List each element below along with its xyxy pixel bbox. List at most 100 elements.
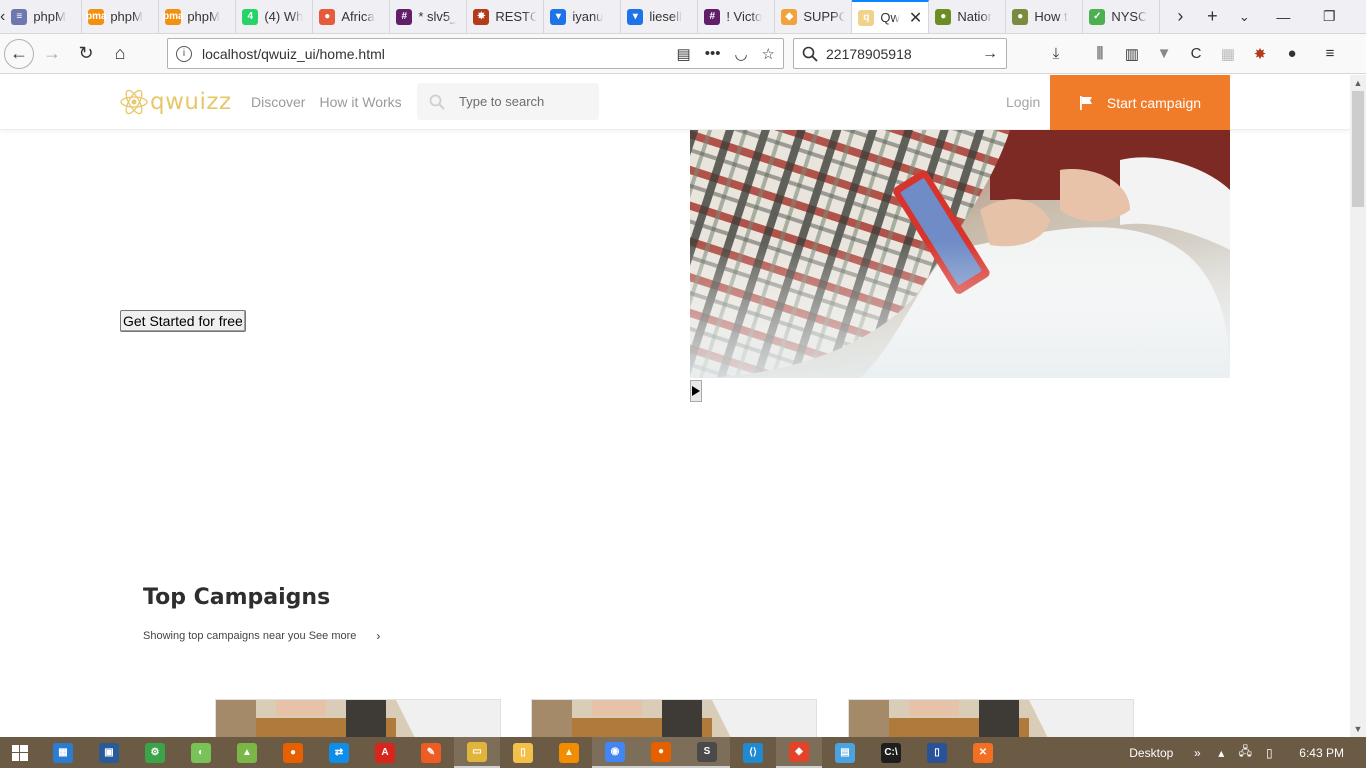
browser-tab[interactable]: ● How t (1006, 0, 1084, 33)
browser-tab[interactable]: ▾ iyanu (544, 0, 622, 33)
nav-discover[interactable]: Discover (251, 94, 305, 110)
site-search-input[interactable]: Type to search (417, 83, 599, 120)
url-bar[interactable]: i localhost/qwuiz_ui/home.html ▤ ••• ◡ ☆ (167, 38, 784, 69)
top-campaigns-subtitle[interactable]: Showing top campaigns near you See more … (143, 629, 380, 643)
account-icon[interactable]: ● (1276, 45, 1308, 62)
taskbar-app-file-manager[interactable]: ▭ (454, 737, 500, 768)
browser-tab[interactable]: ▾ liesell (621, 0, 699, 33)
start-campaign-label: Start campaign (1106, 94, 1202, 111)
taskbar-app-vlc[interactable]: ▲ (546, 737, 592, 768)
home-button[interactable]: ⌂ (104, 38, 136, 70)
see-more-text[interactable]: Showing top campaigns near you See more (143, 630, 356, 642)
rest-extension-icon[interactable]: ✸ (1244, 45, 1276, 63)
extension-icon[interactable]: ▦ (1212, 45, 1244, 63)
campaign-card[interactable] (531, 699, 817, 737)
taskbar-app-chrome[interactable]: ◉ (592, 737, 638, 768)
taskbar-app-chrome-app[interactable]: ⚙ (132, 737, 178, 768)
hero-video-image[interactable] (690, 130, 1230, 378)
taskbar-app-teamviewer[interactable]: ⇄ (316, 737, 362, 768)
browser-tab[interactable]: ◆ SUPPO (775, 0, 853, 33)
site-info-icon[interactable]: i (176, 45, 192, 62)
browser-tab[interactable]: 4 (4) Wh (236, 0, 314, 33)
toolbar-expand-icon[interactable]: » (1185, 746, 1209, 760)
taskbar-app-sublime[interactable]: S (684, 737, 730, 768)
restore-window-button[interactable]: ❐ (1306, 0, 1352, 34)
menu-hamburger-icon[interactable]: ≡ (1314, 45, 1346, 62)
taskbar-app-git[interactable]: ◆ (776, 737, 822, 768)
minimize-window-button[interactable]: — (1260, 0, 1306, 34)
colorzilla-extension-icon[interactable]: C (1180, 45, 1212, 62)
tab-scroll-right-icon[interactable]: › (1164, 6, 1196, 27)
start-button[interactable] (0, 737, 40, 768)
reload-button[interactable]: ↻ (70, 38, 102, 70)
tab-list-chevron-icon[interactable]: ⌄ (1228, 9, 1260, 25)
reader-view-icon[interactable]: ▤ (677, 45, 691, 63)
tray-overflow-icon[interactable]: ▴ (1209, 746, 1233, 760)
taskbar-app-vscode[interactable]: ⟨⟩ (730, 737, 776, 768)
bookmark-star-icon[interactable]: ☆ (762, 45, 775, 63)
play-button[interactable] (690, 380, 702, 402)
back-button[interactable]: ← (4, 38, 34, 69)
new-tab-icon[interactable]: + (1196, 6, 1228, 27)
get-started-button[interactable]: Get Started for free (120, 310, 246, 332)
taskbar-app-android-sdk[interactable]: ◐ (178, 737, 224, 768)
acrobat-icon: A (375, 742, 395, 763)
taskbar-app-remote-desktop[interactable]: ▤ (822, 737, 868, 768)
desktop-toolbar-label[interactable]: Desktop (1129, 746, 1173, 760)
network-icon[interactable]: 🖧 (1233, 742, 1257, 763)
battery-icon[interactable]: ▯ (1257, 746, 1281, 760)
taskbar-app-phpstorm[interactable]: ▯ (914, 737, 960, 768)
taskbar-app-photos[interactable]: ▣ (86, 737, 132, 768)
page-scrollbar[interactable]: ▲ ▼ (1350, 75, 1366, 737)
forward-button[interactable]: → (36, 38, 68, 70)
campaign-card[interactable] (215, 699, 501, 737)
browser-tab[interactable]: q Qw ✕ (852, 0, 930, 33)
login-link[interactable]: Login (1006, 94, 1040, 110)
downloads-icon[interactable]: ⤓ (1040, 45, 1072, 62)
tab-title: iyanu (572, 9, 604, 24)
tab-favicon-icon: ▾ (550, 8, 567, 25)
scroll-up-arrow-icon[interactable]: ▲ (1350, 75, 1366, 91)
browser-tab[interactable]: # * slv5_ (390, 0, 468, 33)
library-icon[interactable]: ⫼ (1084, 45, 1116, 62)
browser-tab[interactable]: pma phpM (82, 0, 160, 33)
sidebar-icon[interactable]: ▥ (1116, 45, 1148, 63)
page-actions-icon[interactable]: ••• (705, 45, 721, 63)
clock[interactable]: 6:43 PM (1299, 746, 1344, 760)
browser-tab[interactable]: # ! Victo (698, 0, 776, 33)
taskbar-app-explorer[interactable]: ▯ (500, 737, 546, 768)
nav-how-it-works[interactable]: How it Works (319, 94, 401, 110)
taskbar-app-cmd[interactable]: C:\ (868, 737, 914, 768)
browser-tab[interactable]: pma phpM (159, 0, 237, 33)
browser-search-bar[interactable]: 22178905918 → (793, 38, 1007, 69)
cmd-icon: C:\ (881, 742, 901, 763)
browser-tab[interactable]: ✓ NYSC (1083, 0, 1161, 33)
url-text[interactable]: localhost/qwuiz_ui/home.html (202, 46, 385, 62)
taskbar-app-windows-store[interactable]: ▦ (40, 737, 86, 768)
campaign-card[interactable] (848, 699, 1134, 737)
taskbar-app-postman[interactable]: ✎ (408, 737, 454, 768)
taskbar-app-acrobat[interactable]: A (362, 737, 408, 768)
pocket-icon[interactable]: ◡ (734, 45, 747, 63)
chevron-right-icon[interactable]: › (376, 629, 380, 643)
taskbar-app-firefox[interactable]: ● (270, 737, 316, 768)
chrome-icon: ◉ (605, 741, 625, 762)
taskbar-app-firefox-active[interactable]: ● (638, 737, 684, 768)
taskbar-app-xampp[interactable]: ✕ (960, 737, 1006, 768)
search-icon (429, 94, 445, 110)
search-go-arrow-icon[interactable]: → (982, 45, 998, 63)
close-tab-icon[interactable]: ✕ (909, 8, 922, 28)
taskbar-app-android-studio[interactable]: ▲ (224, 737, 270, 768)
browser-tab[interactable]: ● Natior (929, 0, 1007, 33)
play-icon (692, 386, 700, 396)
browser-tab[interactable]: ✸ RESTC (467, 0, 545, 33)
site-logo[interactable]: qwuizz (119, 87, 232, 117)
close-window-button[interactable]: ✕ (1352, 0, 1366, 34)
browser-tab[interactable]: ≡ phpM (5, 0, 83, 33)
scroll-down-arrow-icon[interactable]: ▼ (1350, 721, 1366, 737)
browser-tab[interactable]: ● Africa (313, 0, 391, 33)
scrollbar-thumb[interactable] (1352, 91, 1364, 207)
search-value[interactable]: 22178905918 (826, 46, 912, 62)
vpn-extension-icon[interactable]: ▼ (1148, 45, 1180, 62)
tab-title: liesell (649, 9, 682, 24)
